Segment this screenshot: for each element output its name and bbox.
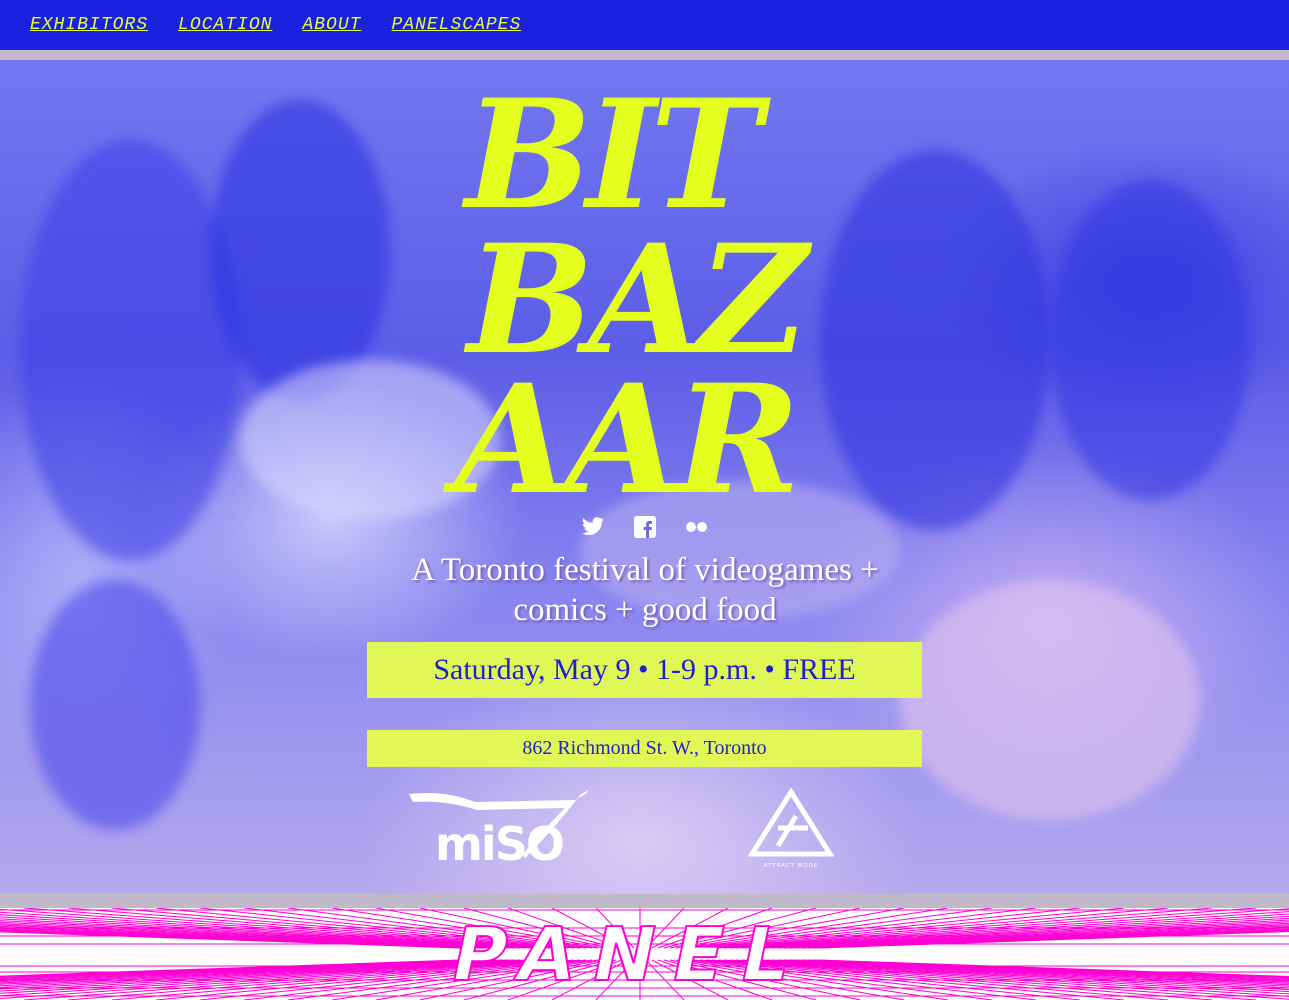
- nav-link-exhibitors[interactable]: EXHIBITORS: [30, 15, 148, 35]
- twitter-icon[interactable]: [581, 515, 605, 539]
- title-line-aar: AAR: [454, 352, 800, 528]
- event-date-banner: Saturday, May 9 • 1-9 p.m. • FREE: [367, 642, 922, 698]
- social-links: [0, 515, 1289, 539]
- title-line-bit: BIT: [465, 67, 762, 243]
- event-address-banner[interactable]: 862 Richmond St. W., Toronto: [367, 730, 922, 767]
- attract-mode-logo-text: ATTRACT MODE: [764, 863, 819, 869]
- nav-link-location[interactable]: LOCATION: [178, 15, 272, 35]
- event-date-text: Saturday, May 9 • 1-9 p.m. • FREE: [433, 653, 856, 686]
- event-address-text: 862 Richmond St. W., Toronto: [522, 737, 767, 759]
- top-nav: EXHIBITORS LOCATION ABOUT PANELSCAPES: [0, 0, 1289, 50]
- panel-title: PANEL: [444, 912, 817, 998]
- miso-logo-text: miSO: [435, 817, 563, 868]
- hero-tagline: A Toronto festival of videogames + comic…: [411, 552, 879, 628]
- flickr-icon[interactable]: [685, 515, 709, 539]
- facebook-icon[interactable]: [633, 515, 657, 539]
- miso-logo[interactable]: miSO: [405, 788, 590, 871]
- nav-link-about[interactable]: ABOUT: [302, 15, 361, 35]
- panelscapes-banner[interactable]: PANEL: [0, 908, 1289, 1000]
- panel-grid-graphic: PANEL: [0, 908, 1289, 1000]
- nav-link-panelscapes[interactable]: PANELSCAPES: [391, 15, 521, 35]
- hero-section: BIT BAZ AAR A Toronto festival of videog…: [0, 60, 1289, 894]
- attract-mode-logo[interactable]: ATTRACT MODE: [747, 787, 835, 870]
